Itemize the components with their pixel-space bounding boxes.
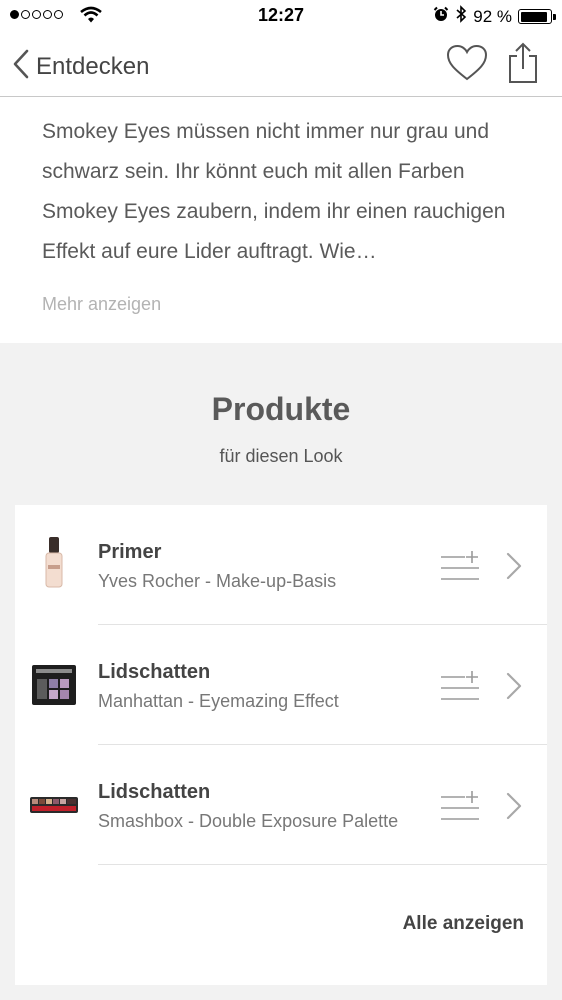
share-icon[interactable]: [506, 42, 540, 89]
nav-bar: Entdecken: [0, 32, 562, 97]
chevron-right-icon: [505, 792, 523, 825]
product-name: Lidschatten: [98, 781, 211, 803]
show-more-link[interactable]: Mehr anzeigen: [42, 294, 161, 315]
chevron-right-icon: [505, 672, 523, 705]
alarm-icon: [433, 6, 449, 27]
product-detail: Manhattan - Eyemazing Effect: [98, 691, 339, 711]
add-to-list-icon[interactable]: [439, 549, 481, 586]
foundation-bottle-icon: [29, 535, 79, 595]
product-detail: Smashbox - Double Exposure Palette: [98, 811, 399, 831]
product-list: Primer Yves Rocher - Make-up-Basis Lidsc…: [15, 505, 547, 985]
back-label: Entdecken: [36, 52, 150, 80]
look-description: Smokey Eyes müssen nicht immer nur grau …: [42, 120, 506, 263]
products-title: Produkte: [211, 391, 351, 427]
favorite-heart-icon[interactable]: [446, 44, 488, 87]
back-button[interactable]: Entdecken: [12, 49, 149, 84]
add-to-list-icon[interactable]: [439, 789, 481, 826]
status-bar: 12:27 92 %: [0, 0, 562, 32]
product-row[interactable]: Lidschatten Smashbox - Double Exposure P…: [15, 745, 547, 865]
battery-icon: [518, 9, 556, 24]
products-subtitle: für diesen Look: [219, 446, 343, 466]
product-row[interactable]: Lidschatten Manhattan - Eyemazing Effect: [15, 625, 547, 745]
row-divider: [98, 864, 547, 865]
product-name: Lidschatten: [98, 661, 211, 683]
chevron-left-icon: [12, 49, 30, 84]
battery-percentage: 92 %: [473, 6, 512, 26]
product-row[interactable]: Primer Yves Rocher - Make-up-Basis: [15, 505, 547, 625]
eyeshadow-palette-icon: [29, 655, 79, 715]
bluetooth-icon: [455, 5, 467, 28]
chevron-right-icon: [505, 552, 523, 585]
product-name: Primer: [98, 541, 162, 563]
product-detail: Yves Rocher - Make-up-Basis: [98, 571, 337, 591]
add-to-list-icon[interactable]: [439, 669, 481, 706]
eyeshadow-palette-icon: [29, 775, 79, 835]
show-all-button[interactable]: Alle anzeigen: [403, 913, 524, 935]
battery-level: [520, 11, 548, 22]
